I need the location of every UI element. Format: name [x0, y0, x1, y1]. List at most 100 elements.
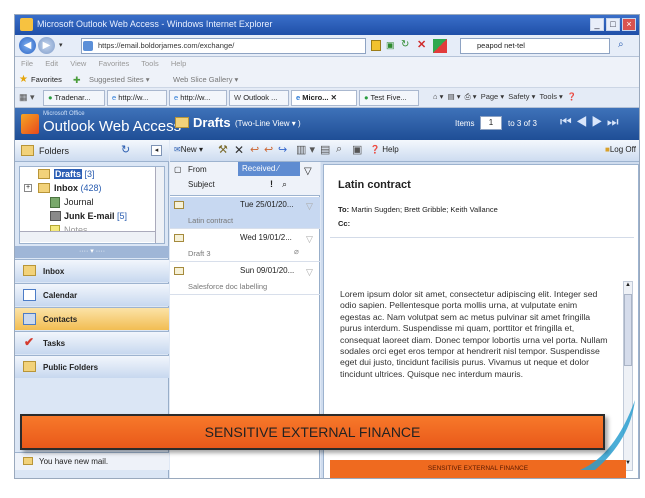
- folder-item-inbox[interactable]: Inbox (428): [38, 183, 102, 193]
- tree-horizontal-scrollbar[interactable]: [20, 231, 155, 242]
- delete-icon[interactable]: ✕: [234, 143, 244, 157]
- scroll-thumb[interactable]: [624, 294, 632, 366]
- folder-item-junk[interactable]: Junk E-mail [5]: [50, 211, 127, 221]
- pane-splitter[interactable]: ···· ▾ ····: [15, 246, 169, 258]
- first-page-icon[interactable]: ⏮: [560, 114, 576, 129]
- forward-button[interactable]: ▶: [38, 37, 55, 54]
- tab-http-2[interactable]: e http://w...: [169, 90, 227, 106]
- help-button[interactable]: ❓ Help: [370, 145, 399, 154]
- list-item[interactable]: Tue 25/01/20... Latin contract ▽: [170, 197, 320, 229]
- last-page-icon[interactable]: ⏭: [607, 114, 623, 129]
- print-icon[interactable]: ⎙ ▾: [465, 92, 477, 101]
- move-icon[interactable]: ⚒: [218, 143, 228, 156]
- page-menu[interactable]: Page ▾: [481, 92, 504, 101]
- tab-micro-active[interactable]: e Micro... ✕: [291, 90, 357, 106]
- page-number-input[interactable]: 1: [480, 116, 502, 130]
- menu-view[interactable]: View: [70, 59, 86, 68]
- close-button[interactable]: ×: [622, 18, 636, 31]
- window-title: Microsoft Outlook Web Access - Windows I…: [37, 19, 273, 29]
- logoff-button[interactable]: ■Log Off: [605, 145, 636, 154]
- list-item[interactable]: Sun 09/01/20... Salesforce doc labelling…: [170, 263, 320, 295]
- folder-item-drafts[interactable]: Drafts [3]: [38, 169, 95, 179]
- suggested-sites-link[interactable]: Suggested Sites ▾: [89, 75, 149, 84]
- refresh-icon[interactable]: ↻: [401, 39, 409, 50]
- page-menu-label: Page: [480, 92, 499, 101]
- refresh-folders-icon[interactable]: ↻: [121, 143, 130, 156]
- col-from[interactable]: From: [188, 165, 207, 174]
- drafts-icon: [38, 169, 50, 179]
- address-book-icon[interactable]: ▤: [320, 143, 330, 156]
- url-input[interactable]: https://email.boldorjames.com/exchange/: [81, 38, 366, 54]
- maximize-button[interactable]: □: [606, 18, 620, 31]
- menu-tools[interactable]: Tools: [141, 59, 159, 68]
- close-tab-icon[interactable]: ✕: [331, 93, 337, 102]
- stop-icon[interactable]: ✕: [417, 38, 426, 51]
- reply-icon[interactable]: ↩: [250, 143, 259, 156]
- find-icon[interactable]: ⌕: [336, 143, 342, 156]
- search-input[interactable]: peapod net-tel: [460, 38, 610, 54]
- forward-icon[interactable]: ↪: [278, 143, 287, 156]
- nav-calendar[interactable]: Calendar: [15, 283, 169, 306]
- list-item[interactable]: Wed 19/01/2... Draft 3 ⌀ ▽: [170, 230, 320, 262]
- menu-file[interactable]: File: [21, 59, 33, 68]
- home-icon[interactable]: ⌂ ▾: [433, 92, 443, 101]
- tab-test-five[interactable]: ● Test Five...: [359, 90, 419, 106]
- next-page-icon[interactable]: ▶: [591, 114, 607, 129]
- col-subject[interactable]: Subject: [188, 180, 215, 189]
- help-icon[interactable]: ❓: [567, 92, 576, 101]
- flag-icon[interactable]: ▽: [306, 234, 313, 245]
- office-logo-icon: [21, 114, 39, 134]
- flag-icon[interactable]: ▽: [306, 267, 313, 278]
- web-slice-gallery-link[interactable]: Web Slice Gallery ▾: [173, 75, 238, 84]
- folder-item-journal[interactable]: Journal: [50, 197, 94, 208]
- prev-page-icon[interactable]: ◀: [576, 114, 592, 129]
- layout-icon[interactable]: ▥ ▾: [296, 143, 315, 156]
- attachment-col-icon[interactable]: ⌕: [282, 179, 287, 190]
- importance-col-icon[interactable]: !: [270, 179, 273, 189]
- new-button[interactable]: ✉New ▾: [174, 145, 203, 154]
- minimize-button[interactable]: _: [590, 18, 604, 31]
- quick-tabs-icon[interactable]: ▦ ▾: [19, 92, 35, 103]
- tree-vertical-scrollbar[interactable]: [155, 167, 164, 243]
- col-received-label: Received: [242, 164, 276, 173]
- tools-menu[interactable]: Tools ▾: [539, 92, 562, 101]
- nav-public-folders[interactable]: Public Folders: [15, 355, 169, 378]
- filter-icon[interactable]: ▽: [304, 166, 312, 177]
- back-button[interactable]: ◀: [19, 37, 36, 54]
- collapse-pane-button[interactable]: ◂: [151, 145, 162, 156]
- col-type-icon[interactable]: ▢: [174, 165, 182, 174]
- feeds-icon[interactable]: ▤ ▾: [448, 92, 461, 101]
- search-provider-icon[interactable]: [433, 39, 447, 53]
- expand-inbox-icon[interactable]: +: [24, 184, 32, 192]
- public-folders-icon: [23, 361, 36, 372]
- folder-title: Drafts: [193, 115, 231, 130]
- compat-icon[interactable]: ▣: [386, 40, 395, 51]
- nav-tasks[interactable]: ✔ Tasks: [15, 331, 169, 354]
- tab-http-1[interactable]: e http://w...: [107, 90, 167, 106]
- scroll-up-icon[interactable]: ▲: [624, 282, 632, 292]
- tab-tradenar[interactable]: ● Tradenar...: [43, 90, 105, 106]
- lock-icon[interactable]: [371, 40, 381, 51]
- new-mail-notice[interactable]: You have new mail.: [15, 452, 169, 470]
- item-date: Tue 25/01/20...: [240, 200, 294, 209]
- safety-menu[interactable]: Safety ▾: [508, 92, 535, 101]
- col-received[interactable]: Received ⁄: [238, 162, 300, 176]
- view-mode-dropdown[interactable]: (Two-Line View ▾ ): [235, 119, 301, 128]
- flag-icon[interactable]: ▽: [306, 201, 313, 212]
- tab-outlook[interactable]: W Outlook ...: [229, 90, 289, 106]
- nav-inbox[interactable]: Inbox: [15, 259, 169, 282]
- cc-label: Cc:: [338, 219, 351, 228]
- book-icon[interactable]: ▣: [352, 143, 362, 156]
- menu-edit[interactable]: Edit: [45, 59, 58, 68]
- history-dropdown-icon[interactable]: ▾: [59, 41, 63, 49]
- menu-help[interactable]: Help: [171, 59, 186, 68]
- add-favorite-icon[interactable]: ✚: [73, 75, 81, 86]
- favorites-button[interactable]: Favorites: [31, 75, 62, 84]
- to-recipients[interactable]: Martin Sugden; Brett Gribble; Keith Vall…: [351, 205, 498, 214]
- search-icon[interactable]: ⌕: [618, 39, 624, 50]
- safety-menu-label: Safety: [508, 92, 530, 101]
- menu-favorites[interactable]: Favorites: [98, 59, 129, 68]
- reply-all-icon[interactable]: ↩: [264, 143, 273, 156]
- nav-contacts[interactable]: Contacts: [15, 307, 169, 330]
- app-brand: Outlook Web Access: [43, 118, 182, 135]
